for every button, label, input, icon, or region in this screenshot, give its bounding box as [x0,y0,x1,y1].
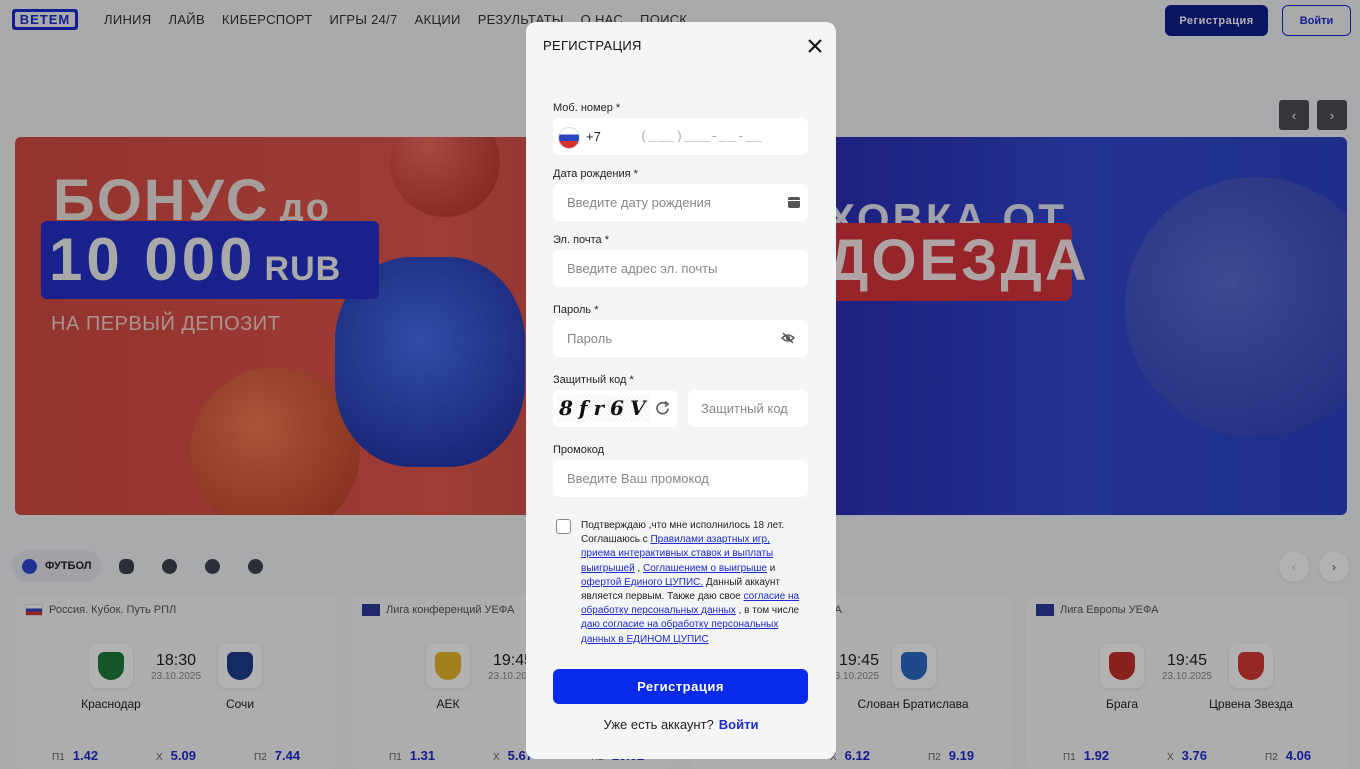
winnings-agreement-link[interactable]: Соглашением о выигрыше [643,563,767,574]
register-button[interactable]: Регистрация [553,669,808,704]
captcha-label: Защитный код * [553,374,634,386]
password-label: Пароль * [553,304,599,316]
cupis-offer-link[interactable]: офертой Единого ЦУПИС. [581,577,703,588]
modal-title: РЕГИСТРАЦИЯ [543,38,642,53]
promo-input[interactable] [553,460,808,497]
email-label: Эл. почта * [553,234,610,246]
captcha-box: 8fr6V [553,390,677,427]
phone-country-code: +7 [586,129,601,144]
phone-mask: (___)___-__-__ [640,129,764,144]
eye-off-icon[interactable] [781,331,795,345]
refresh-icon[interactable] [654,400,671,417]
phone-label: Моб. номер * [553,102,621,114]
consent-text: Подтверждаю ,что мне исполнилось 18 лет.… [581,520,800,645]
promo-label: Промокод [553,444,605,456]
captcha-image: 8fr6V [557,395,652,422]
calendar-icon[interactable] [787,195,801,209]
close-icon[interactable] [806,37,824,55]
email-input[interactable] [553,250,808,287]
birthdate-input[interactable] [553,184,808,221]
have-account-row: Уже есть аккаунт? Войти [603,717,759,732]
captcha-input[interactable] [688,390,808,427]
registration-modal: РЕГИСТРАЦИЯ Моб. номер * +7 (___)___-__-… [526,22,836,759]
password-input[interactable] [553,320,808,357]
login-link[interactable]: Войти [719,717,759,732]
russia-flag-icon[interactable] [558,127,580,149]
birthdate-label: Дата рождения * [553,168,638,180]
cupis-personal-data-link[interactable]: даю согласие на обработку персональных д… [581,619,778,644]
consent-checkbox[interactable] [556,519,571,534]
